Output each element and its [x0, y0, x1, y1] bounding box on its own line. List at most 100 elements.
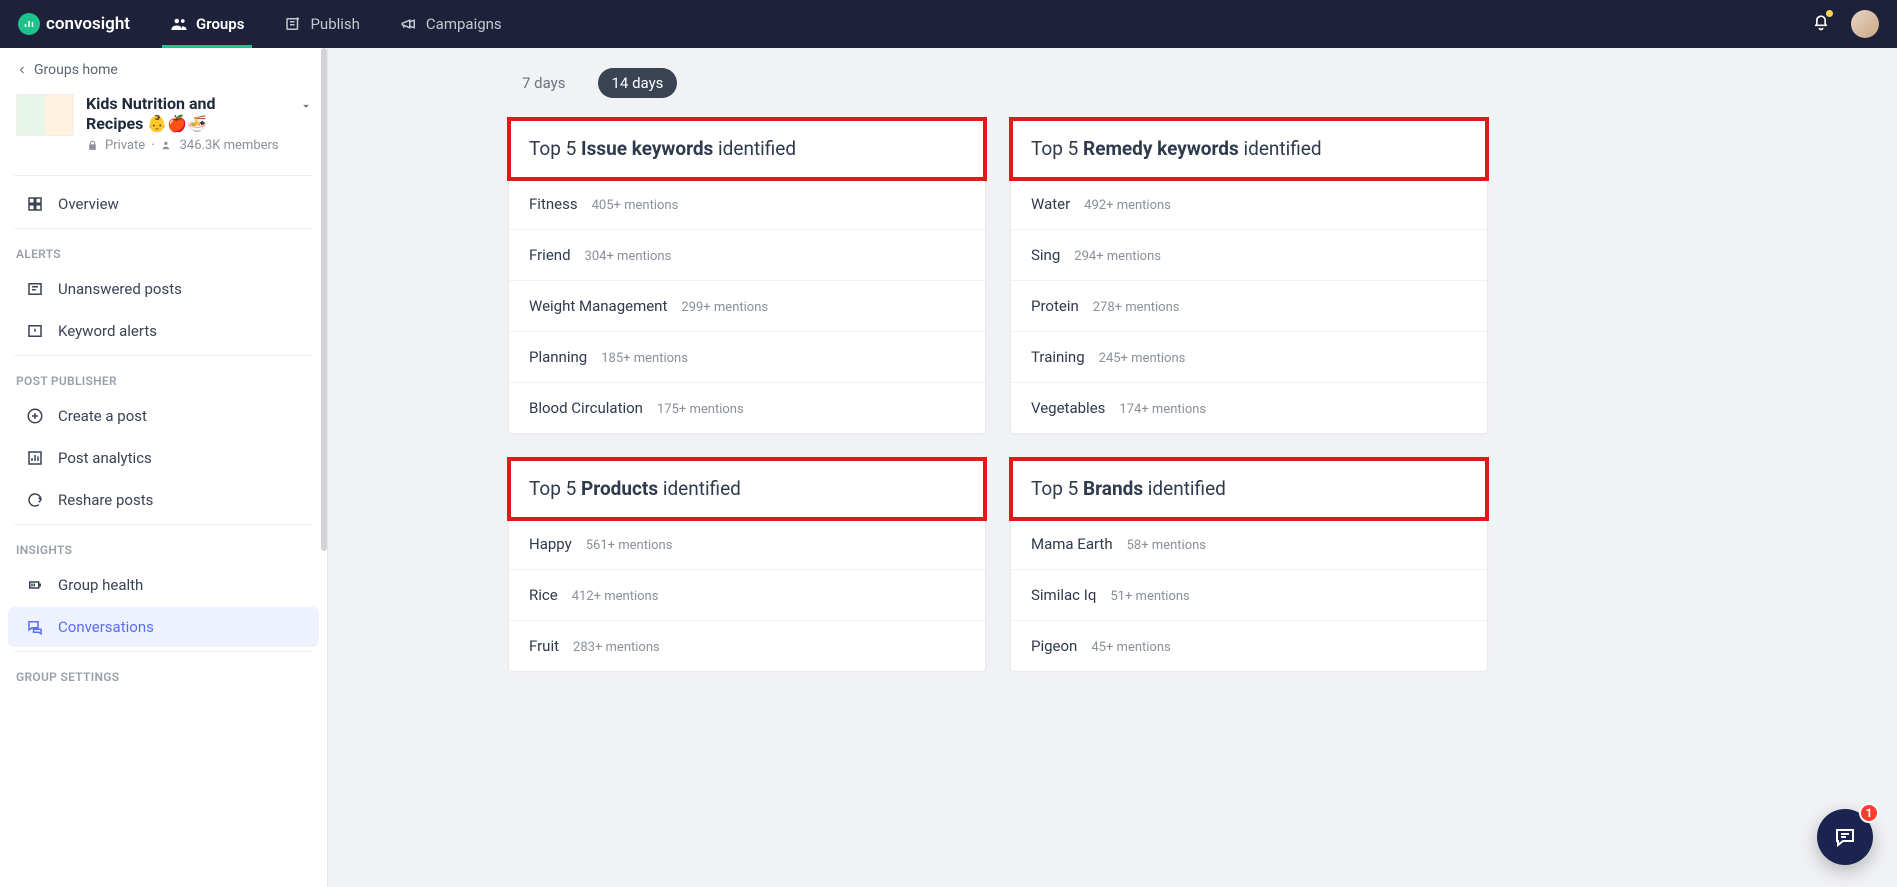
reshare-icon [26, 491, 44, 509]
keyword-row[interactable]: Sing 294+ mentions [1011, 230, 1487, 281]
keyword-row[interactable]: Blood Circulation175+ mentions [509, 383, 985, 433]
breadcrumb-label: Groups home [34, 62, 118, 78]
card-brands: Top 5 Brands identified Mama Earth58+ me… [1010, 458, 1488, 672]
keyword-count: 278+ mentions [1093, 300, 1180, 315]
keyword-row[interactable]: Protein278+ mentions [1011, 281, 1487, 332]
keyword-count: 294+ mentions [1074, 249, 1161, 264]
keyword-row[interactable]: Vegetables174+ mentions [1011, 383, 1487, 433]
sidebar-section-insights: INSIGHTS [0, 529, 327, 563]
sidebar-section-alerts: ALERTS [0, 233, 327, 267]
keyword-name: Sing [1031, 246, 1060, 264]
sidebar-item-label: Unanswered posts [58, 280, 182, 298]
keyword-row[interactable]: Planning 185+ mentions [509, 332, 985, 383]
groups-icon [170, 15, 188, 33]
group-meta: Private · 346.3K members [86, 138, 279, 153]
keyword-row[interactable]: Mama Earth58+ mentions [1011, 519, 1487, 570]
group-selector[interactable]: Kids Nutrition and Recipes 👶🍎🍜 Private ·… [0, 88, 327, 167]
sidebar-item-overview[interactable]: Overview [8, 184, 319, 224]
keyword-row[interactable]: Rice412+ mentions [509, 570, 985, 621]
sidebar-item-label: Reshare posts [58, 491, 153, 509]
top-nav: convosight Groups Publish Campaigns [0, 0, 1897, 48]
nav-publish[interactable]: Publish [284, 0, 359, 48]
keyword-name: Fruit [529, 637, 559, 655]
user-avatar[interactable] [1851, 10, 1879, 38]
keyword-row[interactable]: Pigeon45+ mentions [1011, 621, 1487, 671]
breadcrumb-groups-home[interactable]: Groups home [0, 48, 327, 88]
keyword-count: 405+ mentions [592, 198, 679, 213]
keyword-row[interactable]: Training 245+ mentions [1011, 332, 1487, 383]
chat-icon [1833, 825, 1857, 849]
scrollbar[interactable] [321, 48, 327, 551]
keyword-name: Training [1031, 348, 1085, 366]
keyword-name: Fitness [529, 195, 578, 213]
brand-logo[interactable]: convosight [18, 13, 130, 35]
keyword-row[interactable]: Weight Management 299+ mentions [509, 281, 985, 332]
nav-groups-label: Groups [196, 15, 244, 33]
card-products: Top 5 Products identified Happy561+ ment… [508, 458, 986, 672]
sidebar-section-publisher: POST PUBLISHER [0, 360, 327, 394]
brand-mark-icon [18, 13, 40, 35]
keyword-count: 185+ mentions [601, 351, 688, 366]
divider [14, 175, 313, 176]
people-icon [161, 139, 174, 152]
sidebar-item-unanswered[interactable]: Unanswered posts [8, 269, 319, 309]
brand-name: convosight [46, 14, 130, 34]
sidebar-item-label: Conversations [58, 618, 154, 636]
keyword-row[interactable]: Similac Iq51+ mentions [1011, 570, 1487, 621]
keyword-name: Planning [529, 348, 587, 366]
chat-widget-button[interactable]: 1 [1817, 809, 1873, 865]
notifications-button[interactable] [1811, 12, 1831, 36]
sidebar-item-keyword-alerts[interactable]: Keyword alerts [8, 311, 319, 351]
keyword-name: Water [1031, 195, 1070, 213]
main-content: 7 days 14 days Top 5 Issue keywords iden… [328, 48, 1897, 887]
keyword-count: 174+ mentions [1119, 402, 1206, 417]
conversations-icon [26, 618, 44, 636]
keyword-name: Blood Circulation [529, 399, 643, 417]
sidebar-item-label: Keyword alerts [58, 322, 157, 340]
keyword-count: 299+ mentions [681, 300, 768, 315]
keyword-name: Pigeon [1031, 637, 1077, 655]
keyword-row[interactable]: Fitness 405+ mentions [509, 179, 985, 230]
nav-campaigns[interactable]: Campaigns [400, 0, 502, 48]
keyword-row[interactable]: Fruit 283+ mentions [509, 621, 985, 671]
keyword-list: Fitness405+ mentionsFriend304+ mentionsW… [509, 179, 985, 433]
lock-icon [86, 139, 99, 152]
group-dropdown-caret[interactable] [299, 98, 313, 117]
divider [14, 228, 313, 229]
publish-icon [284, 15, 302, 33]
keyword-row[interactable]: Happy561+ mentions [509, 519, 985, 570]
card-issue-keywords: Top 5 Issue keywords identified Fitness 4… [508, 118, 986, 434]
keyword-count: 245+ mentions [1099, 351, 1186, 366]
keyword-name: Weight Management [529, 297, 667, 315]
post-icon [26, 280, 44, 298]
sidebar-item-conversations[interactable]: Conversations [8, 607, 319, 647]
chevron-down-icon [299, 99, 313, 113]
alert-icon [26, 322, 44, 340]
card-header: Top 5 Issue keywords identified [509, 119, 985, 179]
sidebar-item-reshare[interactable]: Reshare posts [8, 480, 319, 520]
group-title: Kids Nutrition and Recipes 👶🍎🍜 [86, 94, 266, 134]
keyword-count: 58+ mentions [1127, 538, 1206, 553]
nav-publish-label: Publish [310, 15, 359, 33]
battery-icon [26, 576, 44, 594]
sidebar-item-post-analytics[interactable]: Post analytics [8, 438, 319, 478]
keyword-row[interactable]: Friend304+ mentions [509, 230, 985, 281]
sidebar-item-label: Post analytics [58, 449, 152, 467]
range-tab-14d[interactable]: 14 days [598, 68, 678, 98]
nav-campaigns-label: Campaigns [426, 15, 502, 33]
keyword-count: 561+ mentions [586, 538, 673, 553]
keyword-name: Rice [529, 586, 558, 604]
nav-groups[interactable]: Groups [170, 0, 244, 48]
card-header: Top 5 Products identified [509, 459, 985, 519]
keyword-list: Happy561+ mentionsRice412+ mentionsFruit… [509, 519, 985, 671]
keyword-row[interactable]: Water492+ mentions [1011, 179, 1487, 230]
sidebar-item-create-post[interactable]: Create a post [8, 396, 319, 436]
sidebar-item-label: Overview [58, 195, 119, 213]
grid-icon [26, 195, 44, 213]
range-tab-7d[interactable]: 7 days [508, 68, 580, 98]
keyword-count: 283+ mentions [573, 640, 660, 655]
card-header: Top 5 Remedy keywords identified [1011, 119, 1487, 179]
sidebar: Groups home Kids Nutrition and Recipes 👶… [0, 48, 328, 887]
sidebar-item-group-health[interactable]: Group health [8, 565, 319, 605]
notification-dot-icon [1826, 10, 1833, 17]
